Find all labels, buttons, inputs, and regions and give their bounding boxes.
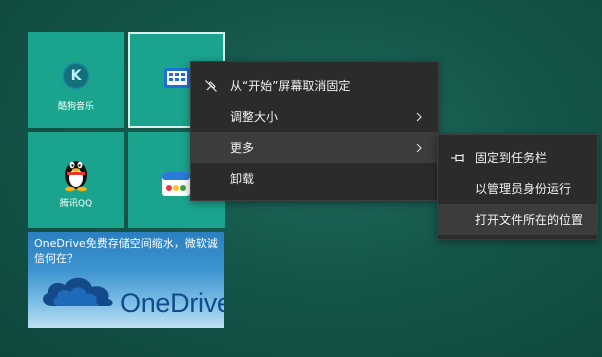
menu-item-more[interactable]: 更多 bbox=[191, 132, 438, 163]
onedrive-logo-text: OneDrive bbox=[120, 288, 224, 318]
app-tile-icon bbox=[164, 68, 190, 88]
onedrive-promo-text: OneDrive免费存储空间缩水，微软诚信何在？ bbox=[34, 237, 218, 265]
menu-item-label: 以管理员身份运行 bbox=[475, 182, 572, 196]
store-app-icon bbox=[162, 172, 190, 196]
menu-item-run-as-admin[interactable]: 以管理员身份运行 bbox=[438, 173, 597, 204]
tile-context-menu: 从“开始”屏幕取消固定 调整大小 更多 卸载 bbox=[190, 61, 439, 201]
menu-item-label: 固定到任务栏 bbox=[475, 151, 548, 165]
menu-item-pin-to-taskbar[interactable]: 固定到任务栏 bbox=[438, 142, 597, 173]
qq-penguin-icon bbox=[65, 161, 87, 192]
tile-qq-label: 腾讯QQ bbox=[59, 199, 93, 209]
menu-item-resize[interactable]: 调整大小 bbox=[191, 101, 438, 132]
onedrive-cloud-icon bbox=[43, 277, 113, 306]
unpin-icon bbox=[205, 79, 217, 92]
menu-item-label: 打开文件所在的位置 bbox=[475, 213, 584, 227]
tile-tencent-qq[interactable]: 腾讯QQ bbox=[28, 132, 124, 228]
menu-item-label: 从“开始”屏幕取消固定 bbox=[230, 79, 351, 93]
chevron-right-icon bbox=[416, 112, 422, 121]
more-submenu: 固定到任务栏 以管理员身份运行 打开文件所在的位置 bbox=[437, 134, 598, 240]
menu-item-open-file-location[interactable]: 打开文件所在的位置 bbox=[438, 204, 597, 235]
chevron-right-icon bbox=[416, 143, 422, 152]
menu-item-uninstall[interactable]: 卸载 bbox=[191, 163, 438, 194]
tile-onedrive[interactable]: OneDrive免费存储空间缩水，微软诚信何在？ OneDrive bbox=[28, 232, 224, 328]
kugou-k-icon: K bbox=[62, 62, 90, 90]
tile-kugou-music[interactable]: K 酷狗音乐 bbox=[28, 32, 124, 128]
menu-item-label: 卸载 bbox=[230, 172, 255, 186]
tile-kugou-label: 酷狗音乐 bbox=[57, 102, 94, 112]
menu-item-label: 调整大小 bbox=[230, 110, 279, 124]
menu-item-unpin-from-start[interactable]: 从“开始”屏幕取消固定 bbox=[191, 70, 438, 101]
pin-taskbar-icon bbox=[451, 153, 464, 162]
menu-item-label: 更多 bbox=[230, 141, 255, 155]
kugou-icon-letter: K bbox=[70, 68, 82, 84]
